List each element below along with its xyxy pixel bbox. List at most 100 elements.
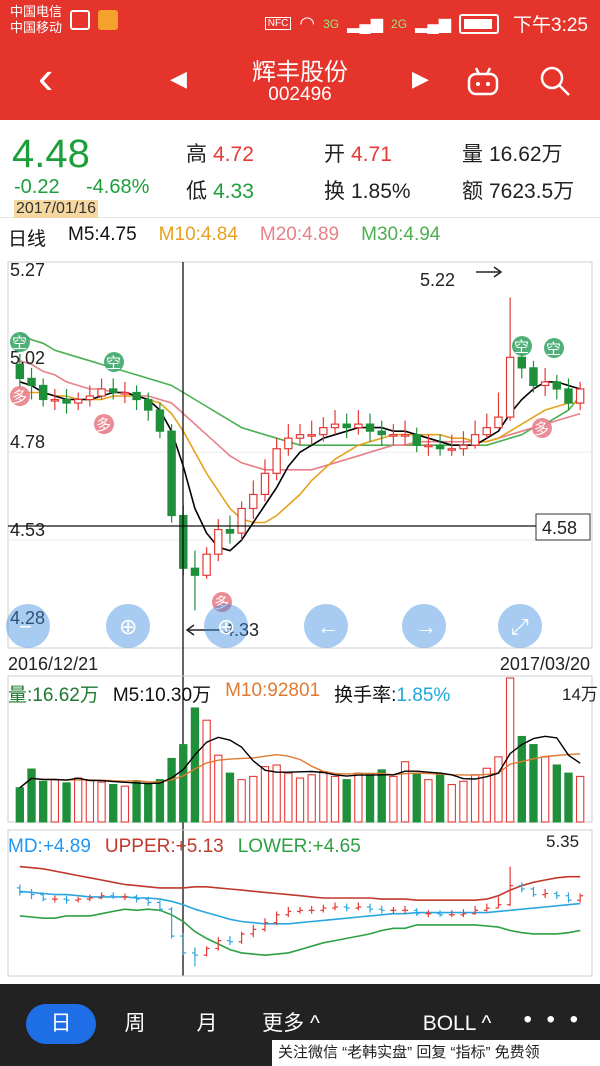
last-price: 4.48 [12, 132, 90, 176]
candle-body [237, 507, 246, 534]
candle-body [330, 423, 340, 429]
boll-legend: MD:+4.89 UPPER:+5.13 LOWER:+4.65 [8, 836, 361, 858]
low-value: 4.33 [213, 180, 254, 203]
candle-body [167, 430, 176, 517]
zoom-out-icon-glyph: − [19, 614, 32, 639]
high-field: 高 4.72 [186, 138, 254, 168]
candle-body [50, 398, 60, 402]
candle-body [529, 367, 538, 387]
volume-bar [494, 756, 503, 823]
wifi-icon: ◠ [299, 13, 316, 33]
turnover-rate-label: 换手率:1.85% [334, 680, 450, 707]
triangle-right-icon[interactable]: ▶ [412, 66, 429, 92]
price-axis-label: 5.27 [10, 260, 45, 280]
volume-bar [319, 770, 328, 823]
tab-day[interactable]: 日 [26, 1004, 96, 1044]
volume-bar [74, 777, 83, 823]
volume-value: 16.62万 [489, 143, 563, 166]
volume-bar [27, 768, 36, 823]
volume-m10-label: M10:92801 [225, 680, 321, 701]
volume-bar [447, 783, 456, 823]
tab-more[interactable]: 更多 ^ [246, 1004, 336, 1044]
indicator-select[interactable]: BOLL ^ [412, 1004, 502, 1044]
more-options-icon[interactable]: • • • [523, 1006, 582, 1034]
candle-body [482, 427, 491, 436]
ma-legend: 日线 M5:4.75 M10:4.84 M20:4.89 M30:4.94 [8, 224, 440, 251]
tab-month[interactable]: 月 [182, 1004, 232, 1044]
turnover-field: 换 1.85% [324, 175, 411, 205]
notification-icons [70, 10, 118, 30]
price-axis-label: 4.53 [10, 520, 45, 540]
search-icon[interactable] [538, 64, 572, 98]
volume-bar [377, 769, 386, 823]
candle-body [505, 356, 515, 418]
carrier-labels: 中国电信 中国移动 [10, 4, 62, 36]
candle-body [27, 377, 36, 387]
buy-signal-label: 多 [96, 417, 111, 434]
high-price-marker: 5.22 [420, 270, 455, 290]
buy-signal-label: 多 [12, 389, 27, 406]
signal-2g: 2G [391, 16, 408, 31]
kline-frame [7, 261, 593, 649]
volume-bar [202, 719, 211, 823]
candle-body [202, 553, 211, 576]
volume-bar [167, 757, 176, 823]
watermark-text: 关注微信 “老韩实盘” 回复 “指标” 免费领 [272, 1040, 600, 1066]
buy-signal-label: 多 [534, 421, 549, 438]
ma10-label: M10:4.84 [158, 224, 238, 245]
candle-body [552, 381, 562, 390]
price-change-pct: -4.68% [86, 176, 150, 198]
volume-bar [389, 775, 398, 823]
turnover-rate-value: 1.85% [396, 685, 451, 706]
triangle-left-icon[interactable]: ◀ [170, 66, 187, 92]
volume-bar [435, 774, 445, 823]
candle-body [365, 423, 375, 432]
candle-body [435, 444, 445, 450]
tab-week[interactable]: 周 [110, 1004, 160, 1044]
amount-value: 7623.5万 [489, 180, 575, 203]
fullscreen-icon-glyph: ⤢ [511, 614, 529, 639]
volume-bar [190, 707, 200, 823]
robot-icon[interactable] [466, 64, 500, 98]
price-change: -0.22 [14, 176, 60, 198]
open-field: 开 4.71 [324, 138, 392, 168]
candle-body [214, 528, 223, 555]
volume-bar [517, 735, 526, 823]
nfc-icon: NFC [264, 17, 292, 30]
candle-body [144, 398, 153, 411]
volume-bar [155, 779, 165, 823]
boll-max-label: 5.35 [546, 832, 580, 851]
candle-body [447, 448, 456, 451]
stock-code: 002496 [268, 84, 332, 105]
volume-bar [575, 775, 585, 823]
clock: 下午3:25 [513, 15, 588, 36]
high-label: 高 [186, 143, 207, 166]
volume-field: 量 16.62万 [462, 138, 563, 168]
ma10-line [19, 391, 581, 524]
signal-bars-icon-2: ▂▄▆ [415, 15, 452, 33]
volume-bar [109, 783, 118, 823]
nav-bar: ‹ ◀ 辉丰股份 002496 ▶ [0, 42, 600, 120]
volume-bar [272, 764, 281, 823]
volume-max-label: 14万 [562, 685, 598, 704]
battery-icon [459, 13, 500, 34]
quote-date: 2017/01/16 [14, 200, 99, 218]
candle-body [73, 398, 83, 404]
volume-bar [85, 779, 95, 823]
sell-signal-label: 空 [106, 355, 121, 372]
candle-body [225, 528, 235, 534]
volume-bar [179, 744, 188, 823]
stock-chart[interactable]: 5.275.024.784.534.285.224.334.58多多多多空空空空… [0, 254, 600, 980]
candle-body [120, 391, 130, 395]
boll-lower-label: LOWER:+4.65 [237, 836, 361, 857]
volume-bar [132, 780, 141, 823]
ma5-label: M5:4.75 [68, 224, 137, 245]
candle-body [272, 448, 281, 474]
stock-name: 辉丰股份 [252, 59, 348, 86]
price-axis-label: 4.78 [10, 432, 45, 452]
period-label[interactable]: 日线 [8, 224, 46, 251]
back-arrow-icon[interactable]: ‹ [38, 54, 53, 100]
volume-bar [295, 777, 305, 823]
open-label: 开 [324, 143, 345, 166]
pan-right-icon-glyph: → [415, 614, 437, 639]
